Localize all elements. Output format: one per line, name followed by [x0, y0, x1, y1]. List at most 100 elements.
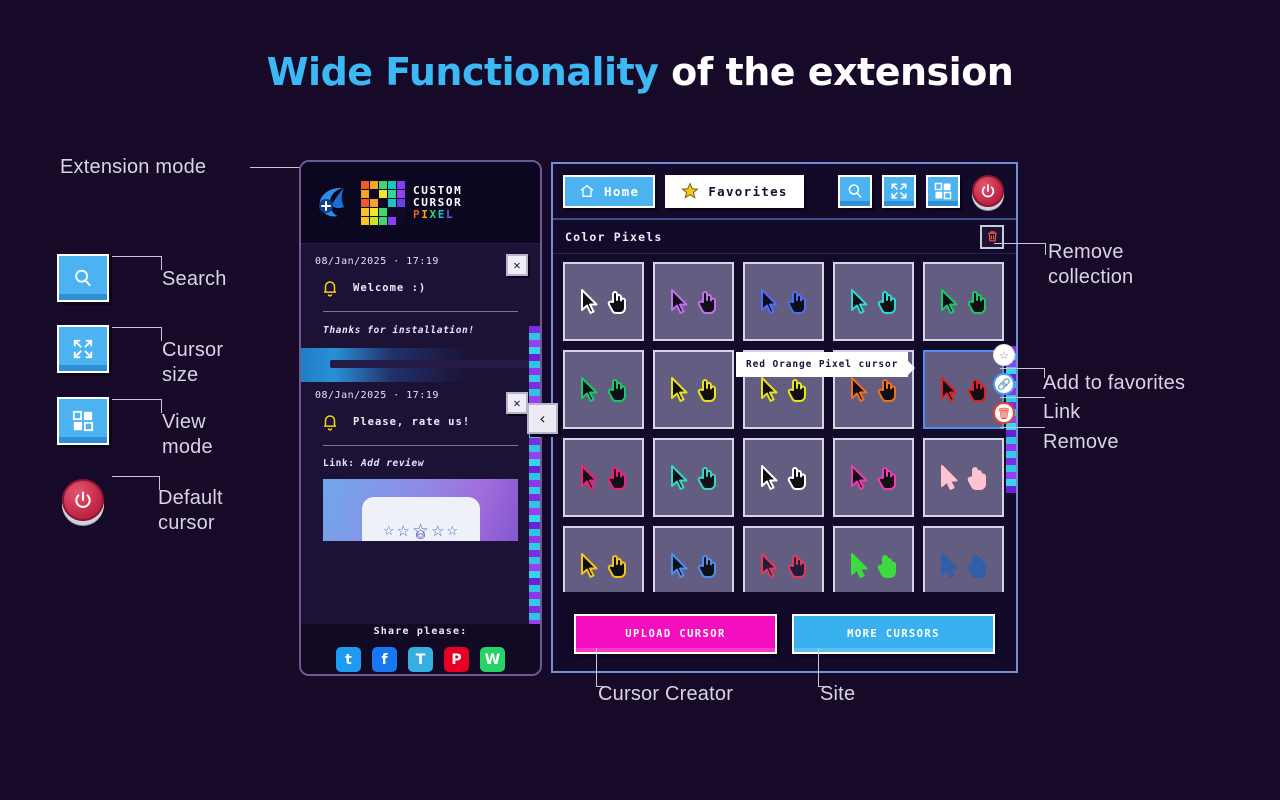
review-card: ☆ ☆ ☆ ☆ ☆ ☺ — [361, 497, 480, 541]
cursor-cell[interactable] — [653, 262, 734, 341]
leader-add-fav-v — [1044, 368, 1045, 378]
notification-close-button[interactable]: ✕ — [506, 254, 528, 276]
notification-close-button[interactable]: ✕ — [506, 392, 528, 414]
annotation-remove-collection: Remove collection — [1048, 241, 1134, 288]
notification-link[interactable]: Link: Add review — [323, 458, 518, 469]
logo-text: CUSTOM CURSOR PIXEL — [413, 184, 462, 221]
cursor-hover-actions: ☆ 🔗 🗑 — [993, 344, 1015, 424]
leader-extension-mode — [250, 167, 300, 168]
annotation-default-cursor: Default cursor — [158, 487, 223, 534]
annotation-search: Search — [162, 268, 227, 290]
cursor-grid: ☆ 🔗 🗑 Red Orange Pixel cursor — [553, 254, 1016, 592]
star-icon: ☆ — [431, 523, 445, 540]
star-icon: ☆ — [446, 523, 459, 538]
add-to-favorites-icon[interactable]: ☆ — [993, 344, 1015, 366]
view-mode-button[interactable] — [57, 397, 109, 445]
notification-link-label: Link: — [323, 458, 355, 469]
moon-plus-icon[interactable] — [313, 182, 355, 224]
extension-footer: Share please: tfTPW — [301, 624, 540, 674]
annotation-add-to-favorites: Add to favorites — [1043, 372, 1186, 394]
cursor-size-button[interactable] — [57, 325, 109, 373]
notification-title: Welcome :) — [353, 282, 427, 294]
notification-item: 08/Jan/2025 · 17:19 ✕ Please, rate us! L… — [301, 382, 540, 541]
search-icon — [75, 269, 92, 287]
cursor-cell[interactable] — [563, 526, 644, 592]
leader-site-v — [818, 648, 819, 686]
tab-home[interactable]: Home — [563, 174, 656, 208]
cursor-cell[interactable] — [833, 262, 914, 341]
leader-cursor-creator-h — [596, 686, 604, 687]
cursor-cell[interactable] — [653, 526, 734, 592]
search-button[interactable] — [838, 174, 872, 208]
notification-subtitle: Thanks for installation! — [323, 325, 475, 336]
cursor-size-button[interactable] — [882, 174, 916, 208]
cursor-cell[interactable] — [563, 438, 644, 517]
cursor-cell[interactable] — [923, 526, 1004, 592]
cursor-size-icon — [73, 339, 93, 359]
default-cursor-button[interactable] — [57, 474, 109, 526]
annotation-view-mode: View mode — [162, 411, 213, 458]
cursor-cell[interactable] — [743, 438, 824, 517]
cursor-cell[interactable] — [653, 350, 734, 429]
cursor-cell[interactable] — [923, 438, 1004, 517]
twitter-share-icon[interactable]: t — [336, 647, 361, 672]
cursor-cell[interactable] — [563, 350, 644, 429]
cursor-cell[interactable] — [833, 526, 914, 592]
annotation-extension-mode: Extension mode — [60, 156, 207, 178]
bell-icon — [324, 281, 336, 297]
extension-panel: CUSTOM CURSOR PIXEL 08/Jan/2025 · 17:19 … — [299, 160, 542, 676]
remove-icon[interactable]: 🗑 — [993, 402, 1015, 424]
cursor-cell[interactable] — [923, 262, 1004, 341]
notification-item: 08/Jan/2025 · 17:19 ✕ Welcome :) Thanks … — [301, 244, 540, 336]
tab-home-label: Home — [604, 183, 640, 199]
facebook-share-icon[interactable]: f — [372, 647, 397, 672]
main-toolbar: Home Favorites — [553, 164, 1016, 220]
divider — [323, 445, 518, 446]
annotation-cursor-size: Cursor size — [162, 339, 224, 386]
pinterest-share-icon[interactable]: P — [444, 647, 469, 672]
notification-banner-image — [301, 348, 540, 382]
leader-cursor-creator-v — [596, 648, 597, 686]
annotation-remove: Remove — [1043, 431, 1119, 453]
home-icon — [580, 184, 594, 197]
divider — [323, 311, 518, 312]
page-title-accent: Wide Functionality — [266, 50, 659, 94]
extension-logo: CUSTOM CURSOR PIXEL — [361, 180, 462, 225]
star-icon — [681, 182, 699, 199]
leader-cursor-size-h — [112, 327, 162, 328]
view-mode-button[interactable] — [926, 174, 960, 208]
view-mode-icon — [72, 410, 94, 432]
cursor-cell[interactable] — [743, 526, 824, 592]
leader-remove-h — [1000, 427, 1045, 428]
trash-icon — [987, 231, 997, 242]
remove-collection-button[interactable] — [980, 224, 1004, 249]
more-cursors-button[interactable]: MORE CURSORS — [792, 614, 995, 654]
whatsapp-share-icon[interactable]: W — [480, 647, 505, 672]
link-icon[interactable]: 🔗 — [993, 373, 1015, 395]
tab-favorites[interactable]: Favorites — [665, 174, 804, 208]
default-cursor-button[interactable] — [970, 173, 1006, 209]
default-cursor-icon — [62, 479, 104, 521]
telegram-share-icon[interactable]: T — [408, 647, 433, 672]
cursor-cell[interactable] — [833, 438, 914, 517]
cursor-cell[interactable]: ☆ 🔗 🗑 — [923, 344, 1015, 429]
logo-line-3: PIXEL — [413, 207, 455, 221]
upload-cursor-button[interactable]: UPLOAD CURSOR — [574, 614, 777, 654]
leader-view-mode-h — [112, 399, 162, 400]
leader-cursor-size-v — [161, 327, 162, 341]
cursor-cell[interactable] — [563, 262, 644, 341]
notification-row: Welcome :) — [315, 279, 526, 297]
cursor-cell[interactable] — [743, 262, 824, 341]
share-title: Share please: — [373, 626, 468, 637]
view-mode-icon — [934, 182, 952, 200]
extension-header: CUSTOM CURSOR PIXEL — [301, 162, 540, 244]
annotation-cursor-creator: Cursor Creator — [598, 683, 734, 705]
leader-default-cursor-v — [159, 476, 160, 490]
search-icon — [848, 184, 862, 198]
notification-link-text[interactable]: Add review — [361, 458, 424, 469]
extension-scrollbar[interactable] — [529, 326, 540, 624]
collapse-panel-button[interactable]: ‹ — [527, 403, 558, 434]
cursor-cell[interactable] — [653, 438, 734, 517]
main-panel: Home Favorites Color Pixels ☆ 🔗 🗑 Red Or… — [551, 162, 1018, 673]
search-button[interactable] — [57, 254, 109, 302]
